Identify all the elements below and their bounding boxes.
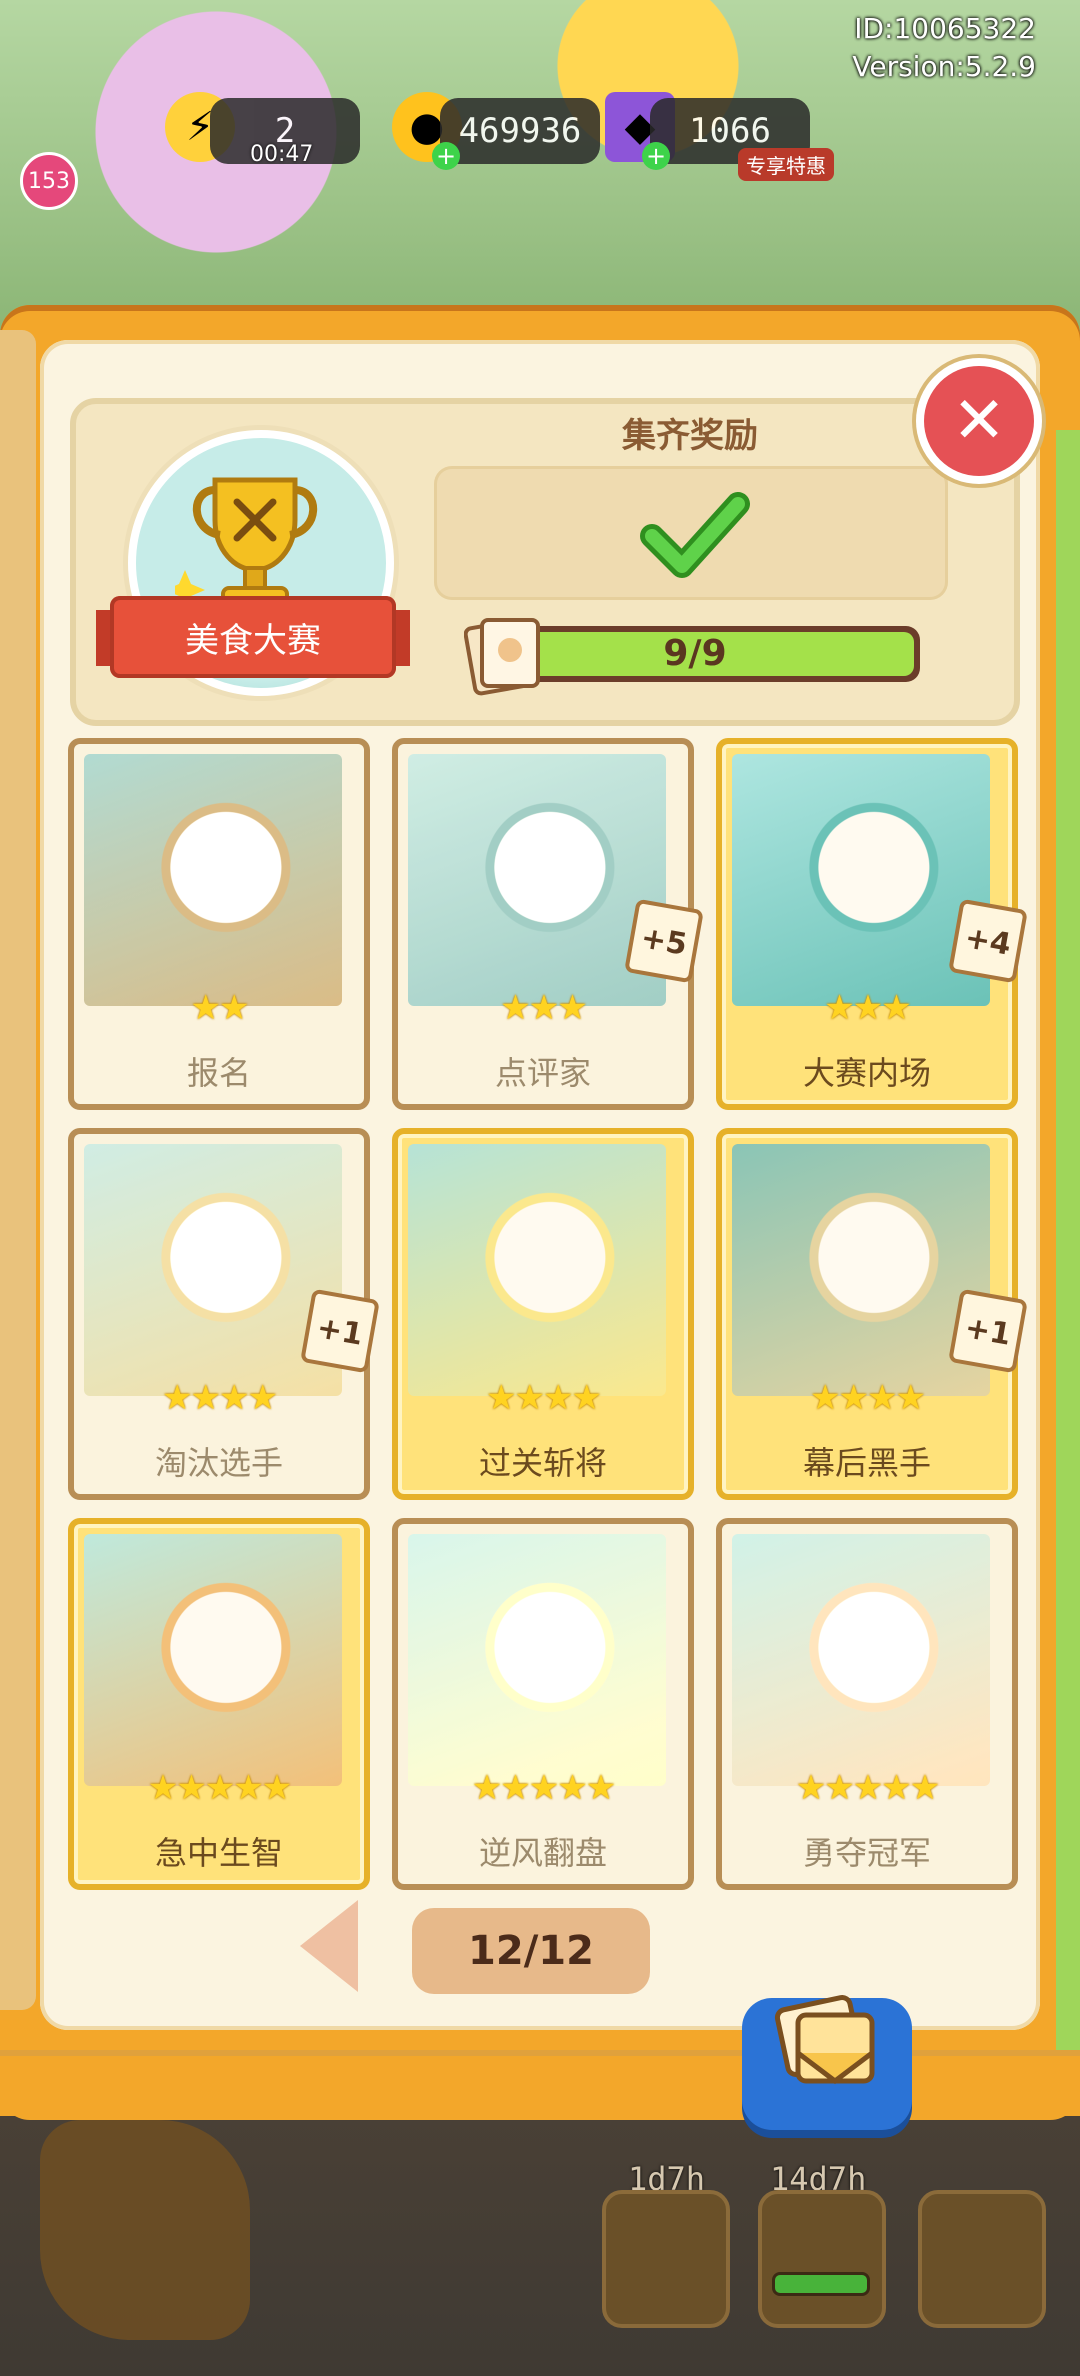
player-id: ID:10065322 [854,12,1036,45]
album-card[interactable]: ★★★★★ 逆风翻盘 [392,1518,694,1890]
event-progress-bar [772,2272,870,2296]
card-name: 大赛内场 [802,1054,931,1092]
photo-cards-icon [464,618,540,696]
card-artwork [732,1534,990,1786]
card-star-rating: ★★★★ [162,1378,278,1418]
card-name: 点评家 [494,1054,591,1092]
duplicate-count-badge: +5 [624,898,704,984]
page-indicator: 12/12 [412,1908,650,1994]
album-name: 美食大赛 [185,620,321,661]
card-name: 逆风翻盘 [478,1834,607,1872]
card-name: 过关斩将 [478,1444,607,1482]
card-star-rating: ★★★★★ [147,1768,292,1808]
album-card[interactable]: ★★★★ 淘汰选手 +1 [68,1128,380,1500]
card-star-rating: ★★ [190,988,250,1028]
card-star-rating: ★★★★★ [471,1768,616,1808]
build-info: ID:10065322 Version:5.2.9 [852,10,1036,86]
book-edge [1056,430,1080,2050]
event-button-b[interactable] [758,2190,886,2328]
book-spine [0,330,36,2010]
version-text: Version:5.2.9 [852,50,1036,83]
notification-badge[interactable]: 153 [20,152,78,210]
coin-value: 469936 [458,111,582,151]
card-artwork [408,1144,666,1396]
close-icon: ✕ [952,384,1006,458]
duplicate-count-badge: +4 [948,898,1028,984]
album-card[interactable]: ★★★★★ 急中生智 [68,1518,370,1890]
event-button-a[interactable] [602,2190,730,2328]
previous-page-button[interactable] [300,1900,358,1992]
check-icon [640,492,750,578]
close-button[interactable]: ✕ [924,366,1034,476]
album-card[interactable]: ★★ 报名 [68,738,370,1110]
bottom-lightning-decor [40,2120,250,2340]
album-card[interactable]: ★★★ 大赛内场 +4 [716,738,1028,1110]
special-offer-tag[interactable]: 专享特惠 [738,148,834,181]
album-card[interactable]: ★★★★ 过关斩将 [392,1128,694,1500]
energy-timer: 00:47 [250,142,314,167]
duplicate-count-badge: +1 [300,1288,380,1374]
gem-value: 1066 [689,111,771,151]
album-card[interactable]: ★★★ 点评家 +5 [392,738,704,1110]
card-star-rating: ★★★ [824,988,911,1028]
card-star-rating: ★★★ [500,988,587,1028]
add-coins-icon[interactable]: + [432,142,460,170]
card-name: 淘汰选手 [154,1444,283,1482]
album-icon [774,1995,875,2085]
coin-counter[interactable]: 469936 [440,98,600,164]
album-card[interactable]: ★★★★★ 勇夺冠军 [716,1518,1018,1890]
card-artwork [408,1534,666,1786]
reward-title: 集齐奖励 [622,416,758,456]
card-name: 幕后黑手 [802,1444,931,1482]
card-star-rating: ★★★★★ [795,1768,940,1808]
card-name: 急中生智 [154,1834,283,1872]
album-card[interactable]: ★★★★ 幕后黑手 +1 [716,1128,1028,1500]
add-gems-icon[interactable]: + [642,142,670,170]
card-artwork [84,1534,342,1786]
duplicate-count-badge: +1 [948,1288,1028,1374]
book-bottom-edge [0,2050,1080,2116]
album-name-ribbon: 美食大赛 [110,596,396,678]
event-button-c[interactable] [918,2190,1046,2328]
card-name: 报名 [186,1054,251,1092]
card-name: 勇夺冠军 [802,1834,931,1872]
card-artwork [84,754,342,1006]
card-star-rating: ★★★★ [810,1378,926,1418]
card-star-rating: ★★★★ [486,1378,602,1418]
